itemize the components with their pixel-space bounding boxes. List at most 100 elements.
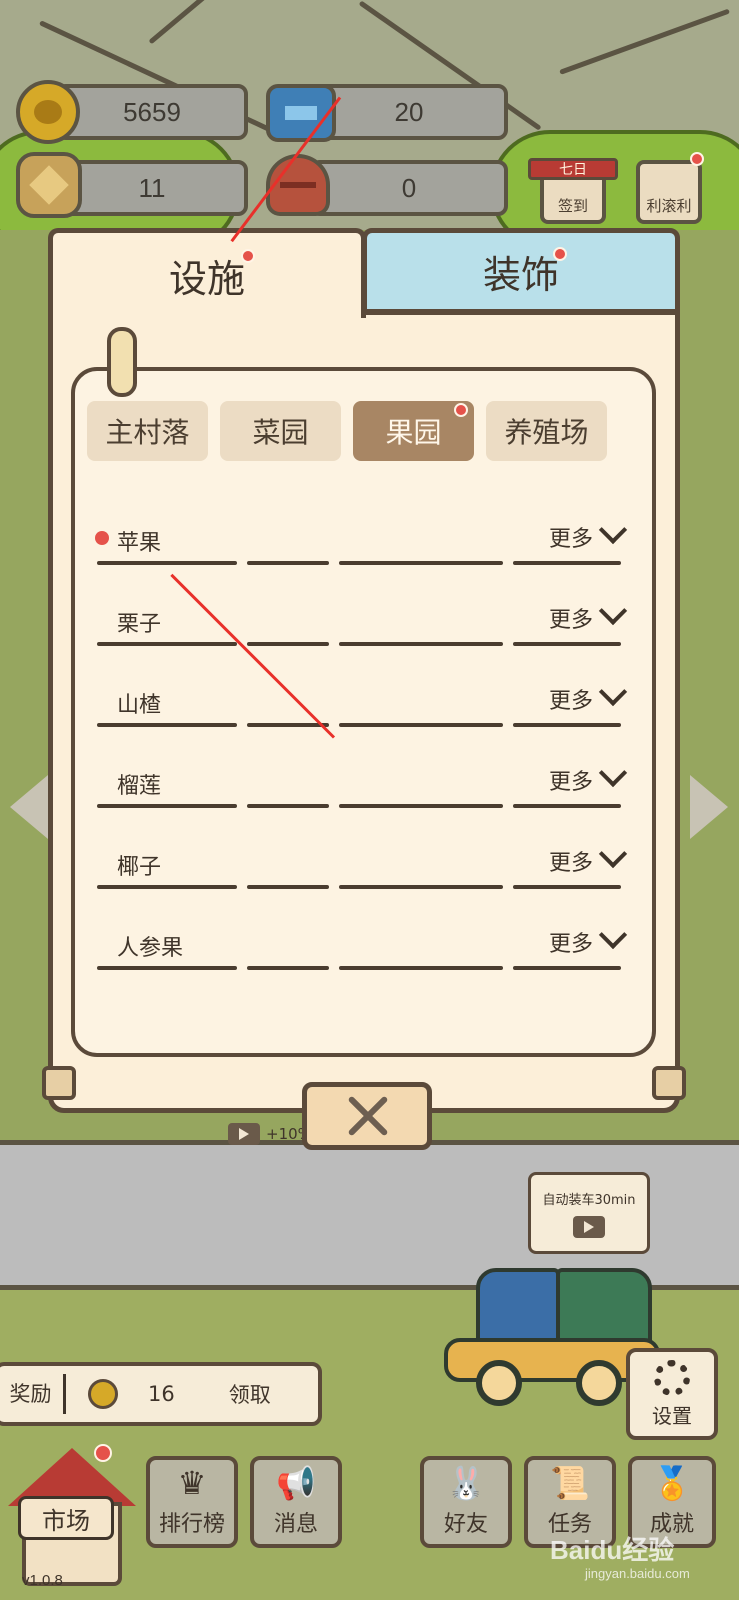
more-button[interactable]: 更多 [548, 920, 628, 958]
coin-icon [88, 1379, 118, 1409]
chevron-down-icon [598, 677, 628, 707]
watermark-url: jingyan.baidu.com [585, 1566, 690, 1581]
gem-counter: 20 [310, 84, 508, 140]
friends-label: 好友 [443, 1512, 488, 1537]
corner-ornament [652, 1066, 686, 1100]
item-name: 栗子 [117, 612, 162, 637]
chevron-down-icon [598, 596, 628, 626]
prev-page-arrow[interactable] [10, 775, 48, 839]
chevron-down-icon [598, 758, 628, 788]
star-count: 11 [138, 172, 166, 203]
checkin-label: 签到 [557, 197, 588, 215]
megaphone-icon: 📢 [276, 1464, 316, 1502]
messages-button[interactable]: 📢 消息 [250, 1456, 342, 1548]
subtab-orchard-label: 果园 [385, 416, 442, 449]
item-notice-dot [95, 531, 109, 545]
shell-counter: 0 [310, 160, 508, 216]
friends-button[interactable]: 🐰 好友 [420, 1456, 512, 1548]
item-name: 山楂 [117, 693, 162, 718]
tab-facility-notice-dot [241, 249, 255, 263]
version-label: v1.0.8 [22, 1572, 63, 1589]
ad-bonus-chip[interactable]: +10% [228, 1123, 312, 1145]
row-underline [97, 885, 627, 889]
coin-icon [16, 80, 80, 144]
tab-decoration[interactable]: 装饰 [362, 228, 680, 314]
shell-count: 0 [401, 172, 417, 203]
coin-counter: 5659 [56, 84, 248, 140]
more-label: 更多 [548, 932, 593, 957]
tab-decoration-label: 装饰 [482, 252, 559, 297]
more-button[interactable]: 更多 [548, 515, 628, 553]
more-label: 更多 [548, 608, 593, 633]
more-label: 更多 [548, 851, 593, 876]
reward-bar: 奖励 16 领取 [0, 1362, 322, 1426]
subtab-vegetable-garden[interactable]: 菜园 [220, 401, 341, 461]
messages-label: 消息 [273, 1512, 318, 1537]
item-name: 榴莲 [117, 774, 162, 799]
tab-facility-label: 设施 [168, 257, 245, 301]
row-underline [97, 804, 627, 808]
medal-icon: 🏅 [652, 1464, 692, 1502]
more-button[interactable]: 更多 [548, 839, 628, 877]
truck-wheel [576, 1360, 622, 1406]
subtab-orchard[interactable]: 果园 [353, 401, 474, 461]
subtab-main-village-label: 主村落 [105, 416, 190, 449]
more-button[interactable]: 更多 [548, 677, 628, 715]
subtab-main-village[interactable]: 主村落 [87, 401, 208, 461]
auto-load-button[interactable]: 自动装车30min [528, 1172, 650, 1254]
market-label-box[interactable]: 市场 [18, 1496, 114, 1540]
reward-count: 16 [148, 1382, 175, 1406]
list-item[interactable]: 人参果 更多 [97, 914, 628, 995]
row-underline [97, 642, 627, 646]
leaderboard-label: 排行榜 [158, 1512, 225, 1537]
more-button[interactable]: 更多 [548, 596, 628, 634]
truck-wheel [476, 1360, 522, 1406]
item-name: 人参果 [117, 936, 184, 961]
rolling-notice-dot [690, 152, 704, 166]
scroll-icon: 📜 [550, 1464, 590, 1502]
market-label: 市场 [42, 1506, 90, 1535]
subtab-vegetable-garden-label: 菜园 [252, 416, 309, 449]
more-label: 更多 [548, 689, 593, 714]
gem-count: 20 [394, 96, 424, 127]
claim-button[interactable]: 领取 [229, 1379, 271, 1409]
close-icon [345, 1094, 389, 1138]
subtab-farm[interactable]: 养殖场 [486, 401, 607, 461]
paper-clip-icon [107, 327, 137, 397]
row-underline [97, 966, 627, 970]
star-counter: 11 [56, 160, 248, 216]
settings-label: 设置 [652, 1403, 692, 1428]
more-label: 更多 [548, 527, 593, 552]
play-icon [573, 1215, 605, 1238]
next-page-arrow[interactable] [690, 775, 728, 839]
rolling-interest-button[interactable]: 利滚利 [636, 160, 702, 224]
more-button[interactable]: 更多 [548, 758, 628, 796]
tab-decoration-notice-dot [553, 247, 567, 261]
gear-icon [654, 1359, 690, 1396]
close-button[interactable] [302, 1082, 432, 1150]
crown-icon: ♛ [177, 1464, 207, 1502]
list-item[interactable]: 榴莲 更多 [97, 752, 628, 833]
market-notice-dot [94, 1444, 112, 1462]
shop-dialog: 设施 装饰 主村落 菜园 果园 养殖场 苹果 更多 栗子 更多 山楂 更多 榴莲… [42, 228, 686, 1113]
auto-load-label: 自动装车30min [542, 1192, 636, 1208]
row-underline [97, 561, 627, 565]
list-item[interactable]: 山楂 更多 [97, 671, 628, 752]
list-item[interactable]: 栗子 更多 [97, 590, 628, 671]
settings-button[interactable]: 设置 [626, 1348, 718, 1440]
dialog-body: 主村落 菜园 果园 养殖场 苹果 更多 栗子 更多 山楂 更多 榴莲 更多 椰子… [48, 310, 680, 1113]
checkin-banner: 七日 [528, 158, 618, 180]
coin-count: 5659 [123, 96, 181, 127]
checkin-banner-label: 七日 [559, 162, 587, 178]
chevron-down-icon [598, 920, 628, 950]
leaderboard-button[interactable]: ♛ 排行榜 [146, 1456, 238, 1548]
sub-tab-bar: 主村落 菜园 果园 养殖场 [87, 401, 607, 461]
tab-facility[interactable]: 设施 [48, 228, 366, 318]
star-icon [16, 152, 82, 218]
list-item[interactable]: 椰子 更多 [97, 833, 628, 914]
more-label: 更多 [548, 770, 593, 795]
row-underline [97, 723, 627, 727]
friends-icon: 🐰 [446, 1464, 486, 1502]
item-name: 苹果 [117, 531, 162, 556]
watermark: Baidu经验 [550, 1535, 675, 1565]
